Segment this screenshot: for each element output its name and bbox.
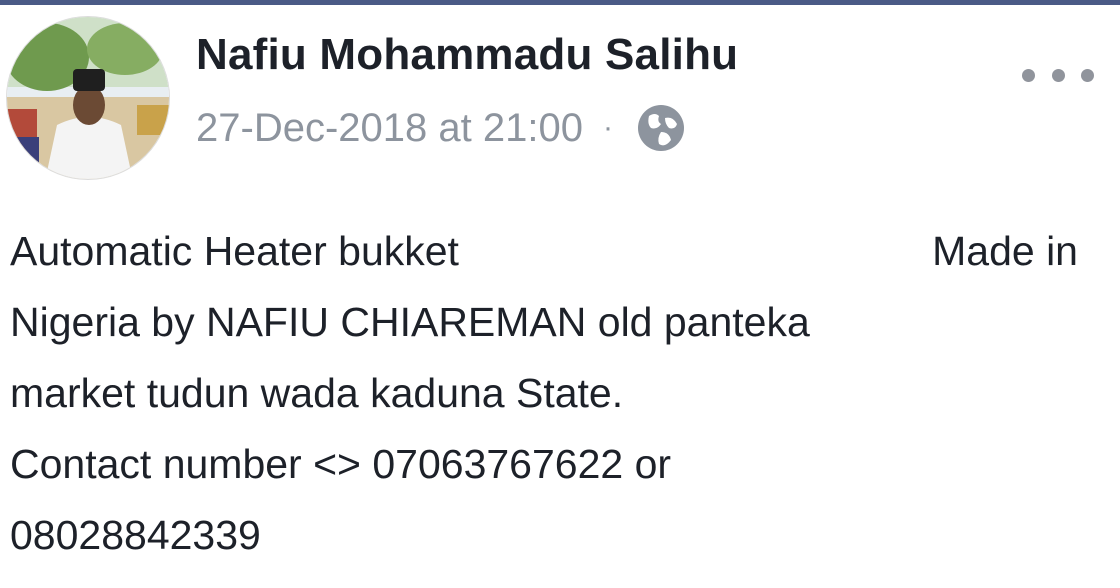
- post-text-line: market tudun wada kaduna State.: [10, 370, 624, 416]
- post-text: Automatic Heater bukket Made in Nigeria …: [10, 216, 1090, 571]
- post-text-segment: Made in: [932, 228, 1078, 274]
- dot-icon: [1081, 68, 1094, 82]
- post-text-line: Automatic Heater bukket Made in: [10, 216, 1078, 287]
- globe-icon[interactable]: [635, 102, 687, 154]
- facebook-post: Nafiu Mohammadu Salihu 27-Dec-2018 at 21…: [0, 0, 1120, 588]
- avatar-photo: [7, 17, 169, 179]
- post-text-segment: Automatic Heater bukket: [10, 228, 459, 274]
- dot-icon: [1051, 68, 1065, 82]
- meta-separator: ·: [602, 111, 613, 144]
- post-meta: 27-Dec-2018 at 21:00 ·: [196, 100, 687, 156]
- post-text-line: Contact number <> 07063767622 or: [10, 441, 672, 487]
- post-text-line: Nigeria by NAFIU CHIAREMAN old panteka: [10, 299, 810, 345]
- more-options-icon[interactable]: [1022, 60, 1094, 90]
- top-divider: [0, 0, 1120, 5]
- avatar[interactable]: [6, 16, 170, 180]
- author-name[interactable]: Nafiu Mohammadu Salihu: [196, 30, 738, 80]
- post-timestamp[interactable]: 27-Dec-2018 at 21:00: [196, 106, 583, 151]
- post-text-line: 08028842339: [10, 512, 261, 558]
- dot-icon: [1022, 68, 1035, 82]
